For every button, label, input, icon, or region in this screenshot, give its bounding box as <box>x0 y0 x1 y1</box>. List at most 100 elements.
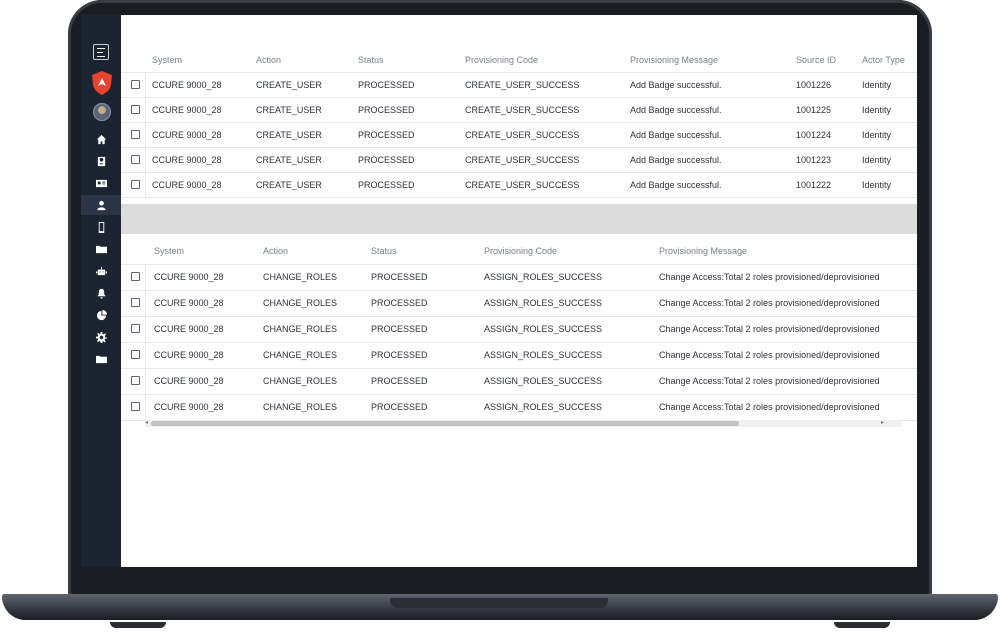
column-divider <box>145 72 146 97</box>
row-checkbox[interactable] <box>131 272 140 281</box>
row-checkbox[interactable] <box>131 402 140 411</box>
sidebar-item-user[interactable] <box>81 195 121 215</box>
sidebar-item-bell[interactable] <box>81 283 121 303</box>
column-header-status[interactable]: Status <box>358 55 384 65</box>
row-checkbox[interactable] <box>131 324 140 333</box>
sidebar-item-folder[interactable] <box>81 239 121 259</box>
column-divider <box>145 368 146 394</box>
column-header-action[interactable]: Action <box>263 246 288 256</box>
row-checkbox[interactable] <box>131 104 140 114</box>
bell-icon <box>96 288 106 299</box>
table-row[interactable]: CCURE 9000_28 CHANGE_ROLES PROCESSED ASSIGN… <box>121 342 917 369</box>
column-header-source-id[interactable]: Source ID <box>796 55 836 65</box>
cell-action: CHANGE_ROLES <box>263 272 338 282</box>
mobile-icon <box>98 221 104 233</box>
table-row[interactable]: CCURE 9000_28 CREATE_USER PROCESSED CREATE_… <box>121 97 917 123</box>
app-screen: System Action Status Provisioning Code Provi… <box>81 15 917 567</box>
cell-status: PROCESSED <box>371 376 428 386</box>
sidebar-item-robot[interactable] <box>81 261 121 281</box>
home-icon <box>96 134 106 144</box>
row-checkbox[interactable] <box>131 154 140 164</box>
cell-status: PROCESSED <box>371 324 428 334</box>
cell-status: PROCESSED <box>358 129 415 140</box>
section-divider <box>121 204 917 234</box>
sidebar-item-settings-gear[interactable] <box>81 327 121 347</box>
cell-provisioning-message: Add Badge successful. <box>630 129 722 140</box>
column-header-actor-type[interactable]: Actor Type <box>862 55 905 65</box>
column-divider <box>145 97 146 122</box>
table-row[interactable]: CCURE 9000_28 CREATE_USER PROCESSED CREATE_… <box>121 172 917 198</box>
cell-action: CHANGE_ROLES <box>263 402 338 412</box>
scrollbar-thumb[interactable] <box>151 421 739 426</box>
cell-system: CCURE 9000_28 <box>154 376 224 386</box>
row-checkbox[interactable] <box>131 350 140 359</box>
cell-source-id: 1001222 <box>796 179 832 190</box>
table-row[interactable]: CCURE 9000_28 CREATE_USER PROCESSED CREATE_… <box>121 147 917 173</box>
column-header-status[interactable]: Status <box>371 246 397 256</box>
laptop-notch <box>390 598 608 608</box>
table-row[interactable]: CCURE 9000_28 CREATE_USER PROCESSED CREATE_… <box>121 72 917 98</box>
cell-system: CCURE 9000_28 <box>154 402 224 412</box>
table-header-row: System Action Status Provisioning Code Provi… <box>121 237 917 265</box>
scroll-right-arrow-icon[interactable]: ▸ <box>881 419 884 426</box>
cell-source-id: 1001224 <box>796 129 832 140</box>
row-checkbox[interactable] <box>131 298 140 307</box>
column-divider <box>145 316 146 342</box>
table-row[interactable]: CCURE 9000_28 CHANGE_ROLES PROCESSED ASSIGN… <box>121 316 917 343</box>
cell-status: PROCESSED <box>358 154 415 165</box>
table-row[interactable]: CCURE 9000_28 CREATE_USER PROCESSED CREATE_… <box>121 122 917 148</box>
row-checkbox[interactable] <box>131 179 140 189</box>
row-checkbox[interactable] <box>131 79 140 89</box>
user-avatar[interactable] <box>93 103 111 121</box>
shield-logo-icon[interactable] <box>91 70 113 96</box>
cell-system: CCURE 9000_28 <box>154 324 224 334</box>
row-checkbox[interactable] <box>131 129 140 139</box>
sidebar-item-home[interactable] <box>81 129 121 149</box>
sidebar <box>81 15 121 567</box>
cell-status: PROCESSED <box>371 272 428 282</box>
id-card-icon <box>95 179 107 187</box>
robot-icon <box>95 266 107 275</box>
hamburger-menu-icon[interactable] <box>93 44 109 60</box>
column-divider <box>145 394 146 420</box>
cell-provisioning-code: CREATE_USER_SUCCESS <box>465 79 580 90</box>
column-divider <box>145 342 146 368</box>
column-header-system[interactable]: System <box>154 246 184 256</box>
pie-chart-icon <box>96 309 107 320</box>
cell-system: CCURE 9000_28 <box>152 129 222 140</box>
column-header-provisioning-code[interactable]: Provisioning Code <box>484 246 557 256</box>
settings-gear-icon <box>95 331 107 343</box>
cell-system: CCURE 9000_28 <box>152 104 222 115</box>
scroll-left-arrow-icon[interactable]: ◂ <box>145 419 148 426</box>
sidebar-item-id-card[interactable] <box>81 173 121 193</box>
cell-provisioning-code: ASSIGN_ROLES_SUCCESS <box>484 376 603 386</box>
cell-action: CREATE_USER <box>256 79 322 90</box>
sidebar-item-pie-chart[interactable] <box>81 305 121 325</box>
cell-status: PROCESSED <box>358 104 415 115</box>
table-row[interactable]: CCURE 9000_28 CHANGE_ROLES PROCESSED ASSIGN… <box>121 264 917 291</box>
column-header-provisioning-message[interactable]: Provisioning Message <box>659 246 747 256</box>
table-row[interactable]: CCURE 9000_28 CHANGE_ROLES PROCESSED ASSIGN… <box>121 368 917 395</box>
column-header-provisioning-message[interactable]: Provisioning Message <box>630 55 718 65</box>
column-divider <box>145 122 146 147</box>
cell-provisioning-message: Add Badge successful. <box>630 104 722 115</box>
column-header-system[interactable]: System <box>152 55 182 65</box>
cell-system: CCURE 9000_28 <box>152 79 222 90</box>
column-header-action[interactable]: Action <box>256 55 281 65</box>
cell-action: CREATE_USER <box>256 154 322 165</box>
cell-status: PROCESSED <box>371 350 428 360</box>
cell-action: CREATE_USER <box>256 129 322 140</box>
row-checkbox[interactable] <box>131 376 140 385</box>
column-header-provisioning-code[interactable]: Provisioning Code <box>465 55 538 65</box>
cell-system: CCURE 9000_28 <box>154 298 224 308</box>
horizontal-scrollbar[interactable]: ◂ ▸ <box>145 420 901 427</box>
cell-action: CHANGE_ROLES <box>263 350 338 360</box>
sidebar-item-mobile[interactable] <box>81 217 121 237</box>
cell-provisioning-message: Change Access:Total 2 roles provisioned/… <box>659 324 880 334</box>
table-row[interactable]: CCURE 9000_28 CHANGE_ROLES PROCESSED ASSIGN… <box>121 394 917 421</box>
sidebar-item-folder[interactable] <box>81 349 121 369</box>
table-row[interactable]: CCURE 9000_28 CHANGE_ROLES PROCESSED ASSIGN… <box>121 290 917 317</box>
cell-provisioning-code: ASSIGN_ROLES_SUCCESS <box>484 298 603 308</box>
sidebar-item-id-badge[interactable] <box>81 151 121 171</box>
cell-action: CREATE_USER <box>256 104 322 115</box>
